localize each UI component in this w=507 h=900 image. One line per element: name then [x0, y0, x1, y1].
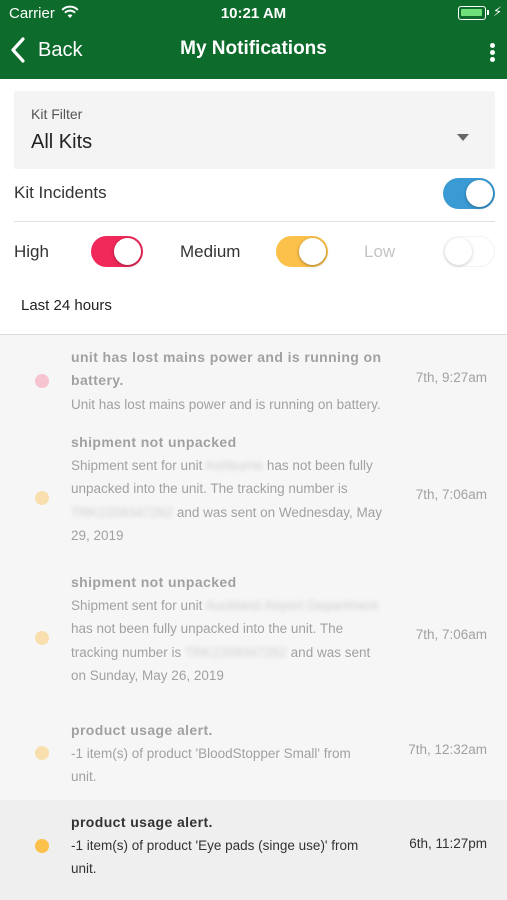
- more-vertical-icon[interactable]: [484, 40, 500, 64]
- high-label: High: [14, 242, 49, 261]
- notification-title: product usage alert.: [71, 814, 213, 830]
- app-header: Carrier 10:21 AM ⚡︎ Back My Notification…: [0, 0, 507, 79]
- medium-label: Medium: [180, 242, 241, 261]
- kit-filter-value: All Kits: [31, 131, 93, 153]
- notification-body: Shipment sent for unit Auckland Airport …: [71, 598, 378, 683]
- notification-time: 7th, 12:32am: [408, 742, 487, 757]
- notification-body: -1 item(s) of product 'Eye pads (singe u…: [71, 838, 359, 877]
- notification-body: Shipment sent for unit Ashburne has not …: [71, 458, 382, 543]
- notification-item[interactable]: product usage alert. -1 item(s) of produ…: [0, 706, 507, 800]
- redacted-unit-name: Auckland Airport Department: [205, 598, 378, 613]
- charging-bolt-icon: ⚡︎: [493, 4, 503, 19]
- divider: [14, 221, 495, 222]
- battery-nub: [487, 10, 489, 15]
- back-label: Back: [38, 38, 83, 61]
- notification-item[interactable]: shipment not unpacked Shipment sent for …: [0, 568, 507, 706]
- severity-dot: [35, 491, 49, 505]
- chevron-left-icon: [11, 37, 25, 63]
- redacted-unit-name: Ashburne: [205, 458, 264, 473]
- low-toggle[interactable]: [443, 236, 495, 267]
- notification-title: shipment not unpacked: [71, 434, 237, 450]
- severity-dot: [35, 374, 49, 388]
- notification-list: unit has lost mains power and is running…: [0, 335, 507, 900]
- notification-item[interactable]: unit has lost mains power and is running…: [0, 335, 507, 428]
- high-toggle[interactable]: [91, 236, 143, 267]
- notification-body: -1 item(s) of product 'BloodStopper Smal…: [71, 746, 351, 785]
- notification-item[interactable]: product usage alert. -1 item(s) of produ…: [0, 800, 507, 900]
- caret-down-icon: [457, 134, 469, 141]
- notification-body: Unit has lost mains power and is running…: [71, 397, 381, 412]
- notification-time: 7th, 7:06am: [415, 487, 487, 502]
- severity-dot: [35, 631, 49, 645]
- severity-dot: [35, 746, 49, 760]
- redacted-tracking-number: TRK2209347262: [71, 504, 174, 520]
- notification-title: shipment not unpacked: [71, 574, 237, 590]
- kit-incidents-toggle[interactable]: [443, 178, 495, 209]
- notification-time: 6th, 11:27pm: [409, 836, 487, 851]
- notification-time: 7th, 9:27am: [415, 370, 487, 385]
- low-label: Low: [364, 242, 396, 261]
- notification-title: battery.: [71, 372, 124, 388]
- notification-item[interactable]: shipment not unpacked Shipment sent for …: [0, 428, 507, 568]
- notification-title: product usage alert.: [71, 722, 213, 738]
- kit-filter-select[interactable]: Kit Filter All Kits: [14, 91, 495, 169]
- notification-time: 7th, 7:06am: [415, 627, 487, 642]
- kit-incidents-label: Kit Incidents: [14, 183, 107, 202]
- time-range-label: Last 24 hours: [21, 297, 112, 314]
- redacted-tracking-number: TRK2209347262: [184, 644, 287, 660]
- status-bar: Carrier 10:21 AM ⚡︎: [0, 0, 507, 28]
- status-time: 10:21 AM: [220, 5, 287, 22]
- back-button[interactable]: Back: [8, 34, 82, 66]
- severity-dot: [35, 839, 49, 853]
- battery-icon: [458, 6, 486, 20]
- kit-filter-label: Kit Filter: [31, 106, 83, 122]
- notification-title: unit has lost mains power and is running…: [71, 349, 382, 365]
- medium-toggle[interactable]: [276, 236, 328, 267]
